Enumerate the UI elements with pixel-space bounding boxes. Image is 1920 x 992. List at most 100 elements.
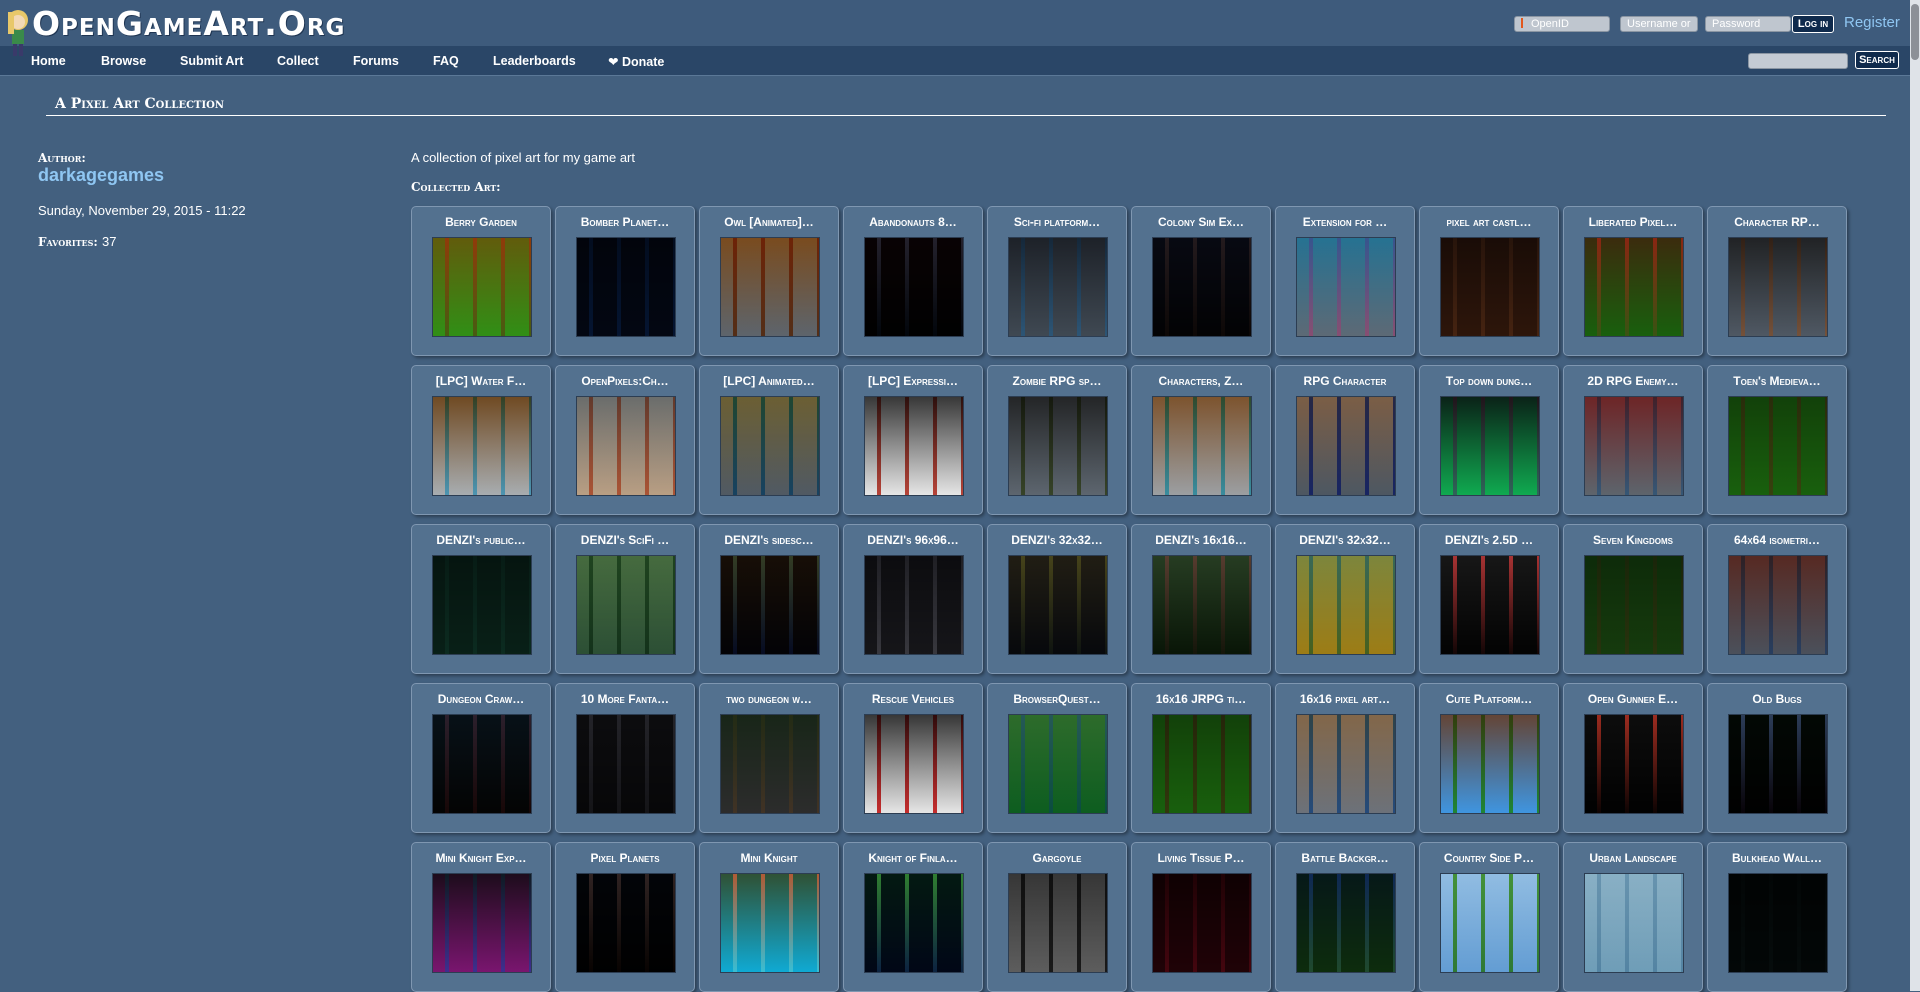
art-card-title[interactable]: pixel art castl… [1424,215,1554,229]
art-card-title[interactable]: DENZI's public… [416,533,546,547]
art-thumbnail[interactable] [432,237,532,337]
art-card[interactable]: Seven Kingdoms [1563,524,1703,674]
art-thumbnail[interactable] [864,714,964,814]
nav-home[interactable]: Home [31,54,66,68]
art-card-title[interactable]: 16x16 JRPG ti… [1136,692,1266,706]
art-card[interactable]: Dungeon Craw… [411,683,551,833]
art-card[interactable]: 64x64 isometri… [1707,524,1847,674]
art-card-title[interactable]: Country Side P… [1424,851,1554,865]
art-thumbnail[interactable] [1152,555,1252,655]
art-card-title[interactable]: RPG Character [1280,374,1410,388]
art-card-title[interactable]: Cute Platform… [1424,692,1554,706]
art-thumbnail[interactable] [1440,237,1540,337]
art-card-title[interactable]: 64x64 isometri… [1712,533,1842,547]
art-card[interactable]: Zombie RPG sp… [987,365,1127,515]
art-card[interactable]: 2D RPG Enemy… [1563,365,1703,515]
art-thumbnail[interactable] [1584,237,1684,337]
art-card-title[interactable]: DENZI's sidesc… [704,533,834,547]
nav-forums[interactable]: Forums [353,54,399,68]
author-link[interactable]: darkagegames [38,165,164,186]
art-card-title[interactable]: Gargoyle [992,851,1122,865]
art-card[interactable]: DENZI's 2.5D … [1419,524,1559,674]
art-thumbnail[interactable] [576,714,676,814]
art-thumbnail[interactable] [432,873,532,973]
nav-faq[interactable]: FAQ [433,54,459,68]
art-card-title[interactable]: [LPC] Expressi… [848,374,978,388]
art-thumbnail[interactable] [1728,714,1828,814]
art-thumbnail[interactable] [864,873,964,973]
art-card[interactable]: Liberated Pixel… [1563,206,1703,356]
art-card-title[interactable]: [LPC] Water F… [416,374,546,388]
openid-field[interactable]: OpenID [1514,16,1610,32]
login-button[interactable]: Log in [1792,15,1834,33]
art-thumbnail[interactable] [1008,237,1108,337]
art-thumbnail[interactable] [1440,873,1540,973]
art-thumbnail[interactable] [576,873,676,973]
art-card-title[interactable]: Colony Sim Ex… [1136,215,1266,229]
art-card-title[interactable]: Bomber Planet… [560,215,690,229]
nav-browse[interactable]: Browse [101,54,146,68]
art-thumbnail[interactable] [1584,873,1684,973]
art-thumbnail[interactable] [720,714,820,814]
art-card-title[interactable]: Toen's Medieva… [1712,374,1842,388]
art-card[interactable]: Urban Landscape [1563,842,1703,992]
art-thumbnail[interactable] [864,396,964,496]
art-card-title[interactable]: Owl [Animated]… [704,215,834,229]
art-thumbnail[interactable] [576,237,676,337]
art-card-title[interactable]: Liberated Pixel… [1568,215,1698,229]
nav-collect[interactable]: Collect [277,54,319,68]
art-thumbnail[interactable] [1728,873,1828,973]
scrollbar-thumb[interactable] [1911,4,1919,60]
art-card-title[interactable]: Battle Backgr… [1280,851,1410,865]
art-thumbnail[interactable] [1728,555,1828,655]
art-card-title[interactable]: Old Bugs [1712,692,1842,706]
art-card[interactable]: Toen's Medieva… [1707,365,1847,515]
art-card-title[interactable]: Character RP… [1712,215,1842,229]
art-card-title[interactable]: Rescue Vehicles [848,692,978,706]
art-card-title[interactable]: Mini Knight Exp… [416,851,546,865]
art-card[interactable]: BrowserQuest… [987,683,1127,833]
art-card[interactable]: Battle Backgr… [1275,842,1415,992]
art-thumbnail[interactable] [432,714,532,814]
art-card-title[interactable]: Characters, Z… [1136,374,1266,388]
art-card[interactable]: Colony Sim Ex… [1131,206,1271,356]
art-thumbnail[interactable] [1584,396,1684,496]
art-card[interactable]: DENZI's public… [411,524,551,674]
art-thumbnail[interactable] [1440,714,1540,814]
art-thumbnail[interactable] [1584,555,1684,655]
art-card[interactable]: Open Gunner E… [1563,683,1703,833]
art-card[interactable]: [LPC] Expressi… [843,365,983,515]
art-card-title[interactable]: 16x16 pixel art… [1280,692,1410,706]
art-card-title[interactable]: Abandonauts 8… [848,215,978,229]
art-card-title[interactable]: Berry Garden [416,215,546,229]
art-card[interactable]: DENZI's 32x32… [987,524,1127,674]
art-thumbnail[interactable] [720,555,820,655]
password-field[interactable]: Password [1705,16,1791,32]
art-card-title[interactable]: Bulkhead Wall… [1712,851,1842,865]
art-card-title[interactable]: DENZI's 2.5D … [1424,533,1554,547]
art-card[interactable]: [LPC] Water F… [411,365,551,515]
art-thumbnail[interactable] [1008,714,1108,814]
art-thumbnail[interactable] [1440,396,1540,496]
art-card-title[interactable]: Extension for … [1280,215,1410,229]
art-card-title[interactable]: Knight of Finla… [848,851,978,865]
art-thumbnail[interactable] [576,396,676,496]
search-button[interactable]: Search [1855,51,1899,69]
art-card[interactable]: DENZI's sidesc… [699,524,839,674]
art-card[interactable]: 10 More Fanta… [555,683,695,833]
art-thumbnail[interactable] [864,237,964,337]
art-thumbnail[interactable] [1152,396,1252,496]
art-thumbnail[interactable] [720,396,820,496]
art-thumbnail[interactable] [720,237,820,337]
art-card[interactable]: DENZI's 96x96… [843,524,983,674]
art-thumbnail[interactable] [1008,873,1108,973]
search-input[interactable] [1748,53,1848,69]
register-link[interactable]: Register [1844,14,1900,31]
art-thumbnail[interactable] [1296,237,1396,337]
art-thumbnail[interactable] [1296,873,1396,973]
art-thumbnail[interactable] [720,873,820,973]
art-card-title[interactable]: Zombie RPG sp… [992,374,1122,388]
art-card[interactable]: Knight of Finla… [843,842,983,992]
art-card[interactable]: Extension for … [1275,206,1415,356]
art-card[interactable]: pixel art castl… [1419,206,1559,356]
